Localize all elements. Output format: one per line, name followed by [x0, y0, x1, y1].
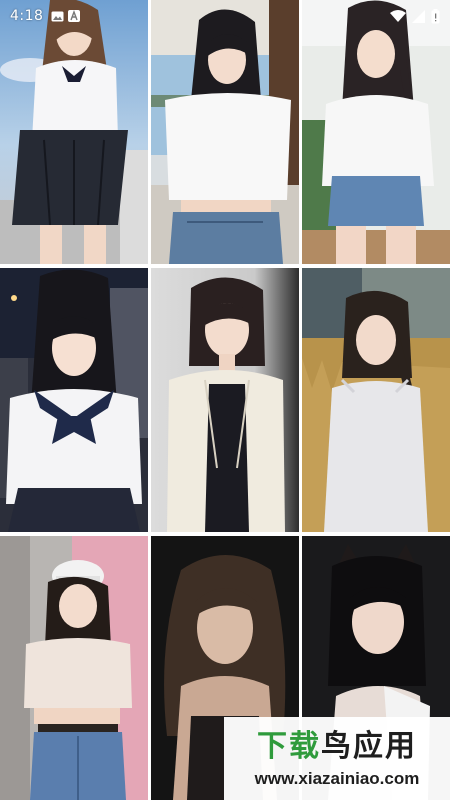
status-bar: 4:18: [0, 0, 450, 32]
photo-tile[interactable]: [0, 0, 148, 264]
photo-grid: [0, 0, 450, 800]
photo-schoolgirl-uniform-skirt: [0, 0, 148, 264]
watermark-logo-dark: 鸟应用: [321, 728, 417, 764]
watermark-logo-green: 下载: [257, 728, 321, 764]
photo-white-crop-top-window: [151, 0, 299, 264]
status-left-icons: [51, 10, 81, 22]
signal-icon: [412, 9, 425, 23]
image-icon: [51, 11, 64, 21]
photo-tile[interactable]: [302, 268, 450, 532]
photo-tile[interactable]: [151, 268, 299, 532]
photo-tile[interactable]: [151, 0, 299, 264]
watermark-logo: 下载鸟应用 www.xiazainiao.com: [224, 717, 450, 800]
photo-bob-cream-cardigan: [151, 268, 299, 532]
font-icon: [68, 10, 81, 22]
photo-white-cap-jeans: [0, 536, 148, 800]
battery-icon: [431, 8, 440, 23]
watermark-logo-text: 下载鸟应用: [257, 729, 417, 765]
photo-tile[interactable]: [302, 0, 450, 264]
status-time: 4:18: [10, 8, 44, 24]
photo-sailor-uniform-street-night: [0, 268, 148, 532]
wifi-icon: [390, 10, 406, 22]
photo-tile[interactable]: [0, 268, 148, 532]
photo-braid-denim-shorts: [302, 0, 450, 264]
watermark-url: www.xiazainiao.com: [254, 768, 420, 788]
gallery-screen: 4:18 下载鸟应用 www.xiazainiao.com: [0, 0, 450, 800]
photo-braid-wheat-field: [302, 268, 450, 532]
photo-tile[interactable]: [0, 536, 148, 800]
status-right-icons: [390, 8, 440, 24]
